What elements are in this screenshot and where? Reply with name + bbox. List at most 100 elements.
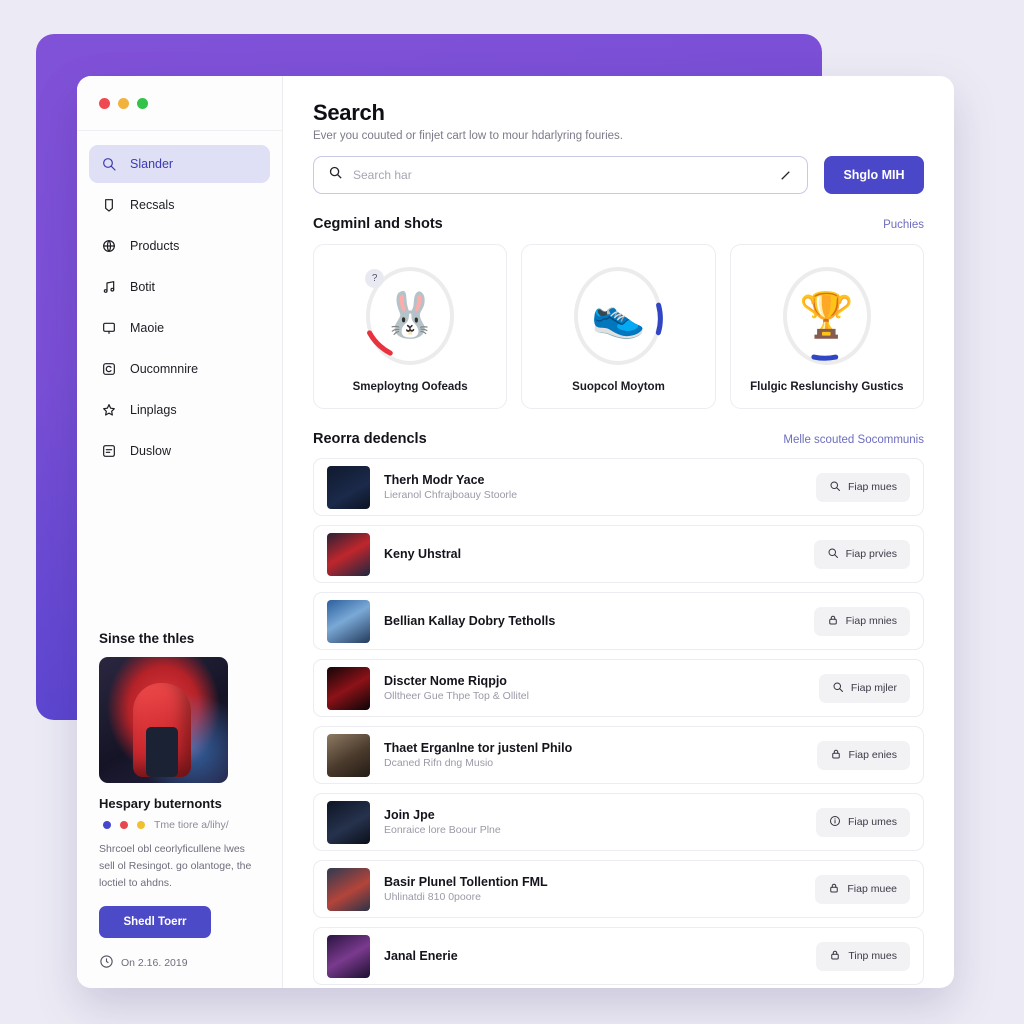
list-item[interactable]: Therh Modr Yace Lieranol Chfrajboauy Stoo… [313,458,924,516]
list-item-action-button[interactable]: Fiap mues [815,472,910,502]
sidebar-item-oucomnnire[interactable]: Oucomnnire [89,350,270,388]
promo-title: Sinse the thles [99,631,195,646]
list-item-action-label: Fiap mjler [850,682,897,694]
search-icon [328,165,343,185]
category-card[interactable]: 🏆 Flulgic Resluncishy Gustics [729,244,924,409]
sidebar-item-maoie[interactable]: Maoie [89,309,270,347]
list-item-title: Discter Nome Riqpjo [384,674,507,688]
list-item-thumbnail [327,800,370,844]
mic-icon[interactable] [778,168,793,183]
list-section-link[interactable]: Melle scouted Socommunis [783,434,924,446]
clock-icon [99,954,114,972]
search-icon [100,156,117,173]
search-icon [829,480,841,495]
cards-section-link[interactable]: Puchies [883,219,924,231]
list-item-thumbnail [327,733,370,777]
card-illustration: 🐰 [382,290,438,340]
sidebar-item-products[interactable]: Products [89,227,270,265]
promo-dot-yellow [137,821,145,829]
search-icon [832,681,844,696]
sidebar-item-duslow[interactable]: Duslow [89,432,270,470]
list-item-title: Janal Enerie [384,949,458,963]
list-item-action-label: Fiap umes [847,816,897,828]
card-label: Smeploytng Oofeads [352,380,468,393]
search-box[interactable] [313,156,808,194]
minimize-window-button[interactable] [118,97,129,109]
sidebar-item-label: Slander [130,157,174,171]
list-section-title: Reorra dedencls [313,431,427,447]
list-item[interactable]: Thaet Erganlne tor justenl Philo Dcaned R… [313,726,924,784]
primary-action-button[interactable]: Shglo MIH [824,156,924,194]
list-item-action-button[interactable]: Fiap umes [815,807,910,837]
sidebar-item-label: Oucomnnire [130,362,199,376]
list-item-action-label: Fiap prvies [845,548,897,560]
app-window: Slander Recsals Products Botit Maoie Oucomnni… [77,76,954,988]
list-item[interactable]: Keny Uhstral Fiap prvies [313,525,924,583]
list-item-action-button[interactable]: Fiap prvies [813,539,910,569]
globe-icon [100,238,117,255]
search-input[interactable] [353,168,768,182]
list-item[interactable]: Bellian Kallay Dobry Tetholls Fiap mnies [313,592,924,650]
close-window-button[interactable] [99,97,110,109]
maximize-window-button[interactable] [137,97,148,109]
list-item[interactable]: Discter Nome Riqpjo Olltheer Gue Thpe Top… [313,659,924,717]
sidebar: Slander Recsals Products Botit Maoie Oucomnni… [77,76,283,988]
sidebar-nav: Slander Recsals Products Botit Maoie Oucomnni… [77,131,282,473]
list-item-title: Basir Plunel Tollention FML [384,875,548,889]
promo-dot-blue [103,821,111,829]
list-item-title: Therh Modr Yace [384,473,485,487]
list-item-action-button[interactable]: Fiap muee [815,874,910,904]
list-item-action-label: Fiap muee [847,883,897,895]
list-item-title: Join Jpe [384,808,435,822]
progress-ring: 👟 [569,261,667,371]
promo-meta: Tme tiore a/lihy/ [99,819,260,831]
progress-ring: ? 🐰 [361,261,459,371]
list-item-subtitle: Dcaned Rifn dng Musio [384,757,494,769]
list-item-action-button[interactable]: Tinp mues [816,941,910,971]
list-item-text: Discter Nome Riqpjo Olltheer Gue Thpe Top… [384,674,805,702]
sidebar-item-recsals[interactable]: Recsals [89,186,270,224]
sidebar-item-botit[interactable]: Botit [89,268,270,306]
list-item-action-button[interactable]: Fiap enies [816,740,910,770]
list-item-action-button[interactable]: Fiap mjler [818,673,910,703]
sidebar-item-slander[interactable]: Slander [89,145,270,183]
lock-icon [829,949,841,964]
list-item-text: Therh Modr Yace Lieranol Chfrajboauy Stoo… [384,473,802,501]
promo-image [99,657,228,783]
copyright-icon [100,361,117,378]
list-item-text: Janal Enerie [384,949,802,963]
list-item-text: Keny Uhstral [384,547,800,561]
list-item-thumbnail [327,666,370,710]
list-item-action-label: Fiap mnies [845,615,897,627]
page-title: Search [313,100,385,125]
sidebar-item-label: Linplags [130,403,177,417]
cards-section-title: Cegminl and shots [313,216,443,232]
list-item[interactable]: Basir Plunel Tollention FML Uhlinatdi 810… [313,860,924,918]
window-icon [100,320,117,337]
category-card[interactable]: ? 🐰 Smeploytng Oofeads [313,244,508,409]
list-item-subtitle: Olltheer Gue Thpe Top & Ollitel [384,690,529,702]
list-item[interactable]: Janal Enerie Tinp mues [313,927,924,985]
info-icon [829,815,841,830]
list-item-title: Thaet Erganlne tor justenl Philo [384,741,573,755]
progress-ring: 🏆 [777,261,876,371]
promo-subtitle: Hespary buternonts [99,796,222,811]
promo-body-text: Shrcoel obl ceorlyficullene lwes sell ol… [99,843,252,889]
promo-dot-red [120,821,128,829]
list-item-action-label: Fiap mues [847,481,897,493]
sidebar-item-label: Duslow [130,444,171,458]
sidebar-item-linplags[interactable]: Linplags [89,391,270,429]
card-label: Suopcol Moytom [572,380,665,393]
window-traffic-lights [77,76,282,131]
promo-footer-date: On 2.16. 2019 [121,957,188,969]
sidebar-item-label: Botit [130,280,156,294]
list-item-text: Bellian Kallay Dobry Tetholls [384,614,800,628]
lock-icon [827,614,839,629]
page-subtitle: Ever you couuted or finjet cart low to m… [313,130,624,142]
list-item-action-button[interactable]: Fiap mnies [813,606,910,636]
list-item-title: Bellian Kallay Dobry Tetholls [384,614,556,628]
promo-action-button[interactable]: Shedl Toerr [99,906,211,938]
category-card[interactable]: 👟 Suopcol Moytom [521,244,716,409]
list-item[interactable]: Join Jpe Eonraice lore Boour Plne Fiap ume… [313,793,924,851]
card-illustration: 🏆 [799,290,855,340]
